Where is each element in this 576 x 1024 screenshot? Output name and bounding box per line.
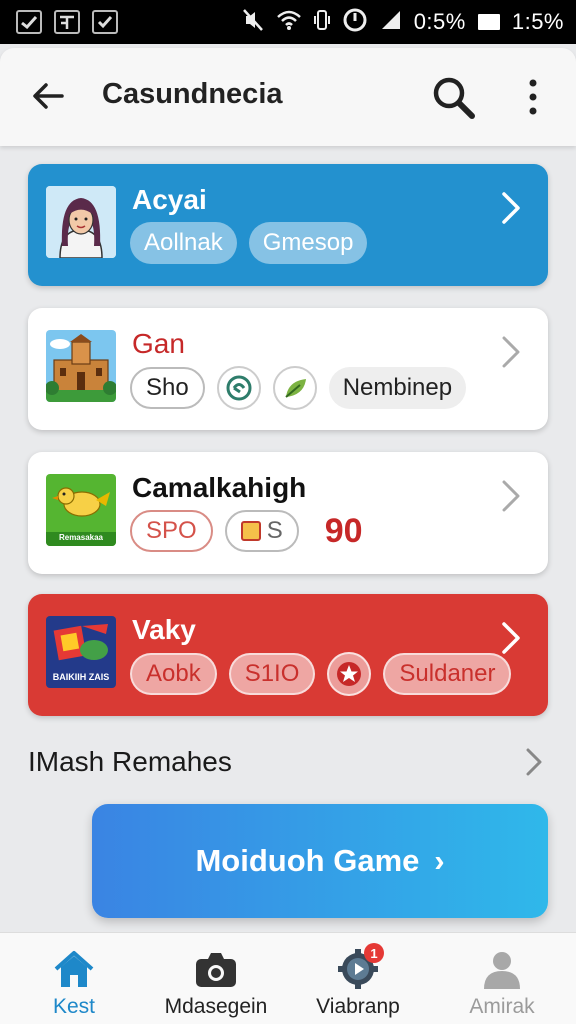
thumbnail-caption: BAIKIIH ZAIS [52, 672, 110, 682]
castle-thumbnail [46, 330, 116, 402]
game-art-thumbnail: BAIKIIH ZAIS [46, 616, 116, 688]
card-title: Camalkahigh [132, 472, 307, 503]
tag-chip[interactable]: Sho [130, 367, 205, 409]
bird-thumbnail: Remasakaa [46, 474, 116, 546]
thumbnail-caption: Remasakaa [58, 533, 104, 542]
tag-chip-label: S [266, 517, 283, 544]
nav-label: Amirak [469, 995, 535, 1018]
status-right: 0:5% 1:5% [242, 7, 564, 37]
game-card-vaky[interactable]: BAIKIIH ZAIS Vaky Aobk S1IO Suldaner [28, 594, 548, 716]
status-bar: 0:5% 1:5% [0, 0, 576, 44]
card-title: Acyai [132, 184, 207, 215]
nav-item-profile[interactable]: Amirak [430, 933, 574, 1024]
tag-chip[interactable]: Aobk [130, 653, 217, 695]
tag-chip[interactable]: Gmesop [248, 222, 368, 264]
section-title[interactable]: IMash Remahes [28, 746, 232, 778]
bottom-navigation: Kest Mdasegein 1 Viabranp Amirak [0, 932, 576, 1024]
game-card-gan[interactable]: Gan Sho Nembinep [28, 308, 548, 430]
signal-icon [380, 9, 402, 35]
nav-label: Kest [52, 995, 96, 1018]
card-title: Gan [132, 328, 185, 359]
tag-chip[interactable]: Nembinep [328, 367, 467, 409]
home-icon [54, 951, 94, 987]
nav-label: Mdasegein [164, 995, 268, 1018]
chip-row: Aollnak Gmesop [130, 222, 368, 264]
nav-item-settings[interactable]: 1 Viabranp [286, 933, 430, 1024]
chevron-right-icon [502, 336, 520, 368]
page-title: Casundnecia [102, 78, 283, 110]
gear-play-icon: 1 [336, 943, 384, 989]
chip-row: Sho Nembinep [130, 366, 467, 410]
avatar-thumbnail [46, 186, 116, 258]
mute-icon [242, 8, 264, 36]
leaf-badge-icon[interactable] [272, 366, 317, 410]
tag-chip[interactable]: SPO [130, 510, 213, 552]
plus-box-icon [54, 10, 80, 34]
chip-row: SPO S 90 [130, 510, 363, 552]
vibrate-icon [313, 8, 330, 36]
tag-chip[interactable]: Aollnak [130, 222, 237, 264]
nav-item-home[interactable]: Kest [2, 933, 146, 1024]
tag-chip[interactable]: S1IO [228, 653, 316, 695]
chevron-right-icon [502, 480, 520, 512]
card-title: Vaky [132, 614, 196, 645]
tag-chip-with-icon[interactable]: S [224, 510, 299, 552]
check-box-icon [16, 10, 42, 34]
game-card-acyai[interactable]: Acyai Aollnak Gmesop [28, 164, 548, 286]
refresh-badge-icon[interactable] [216, 366, 261, 410]
star-badge-icon[interactable] [327, 652, 372, 696]
primary-game-button[interactable]: Moiduoh Game › [92, 804, 548, 918]
battery-percent: 0:5% [413, 9, 466, 34]
back-button[interactable] [28, 74, 72, 118]
person-icon [484, 952, 520, 989]
checkbox-icon [92, 10, 118, 34]
game-card-camalkahigh[interactable]: Remasakaa Camalkahigh SPO S 90 [28, 452, 548, 574]
back-arrow-icon [33, 83, 64, 109]
battery-icon [477, 14, 500, 30]
search-icon [433, 77, 475, 119]
wifi-icon [276, 9, 302, 35]
chevron-right-icon [502, 622, 520, 654]
nav-label: Viabranp [316, 995, 400, 1018]
nav-item-camera[interactable]: Mdasegein [144, 933, 288, 1024]
status-left [16, 10, 118, 34]
more-options-button[interactable] [516, 74, 550, 120]
ticket-icon [240, 521, 261, 541]
camera-icon [196, 953, 236, 987]
chevron-right-icon[interactable] [522, 746, 546, 778]
search-button[interactable] [428, 72, 480, 124]
app-bar: Casundnecia [0, 48, 576, 146]
notification-badge: 1 [364, 943, 384, 963]
status-time: 1:5% [511, 9, 564, 34]
score-number: 90 [324, 511, 363, 550]
power-icon [342, 7, 368, 37]
tag-chip[interactable]: Suldaner [383, 653, 512, 695]
chevron-right-icon [502, 192, 520, 224]
more-vertical-icon [529, 79, 537, 115]
chip-row: Aobk S1IO Suldaner [130, 652, 512, 696]
